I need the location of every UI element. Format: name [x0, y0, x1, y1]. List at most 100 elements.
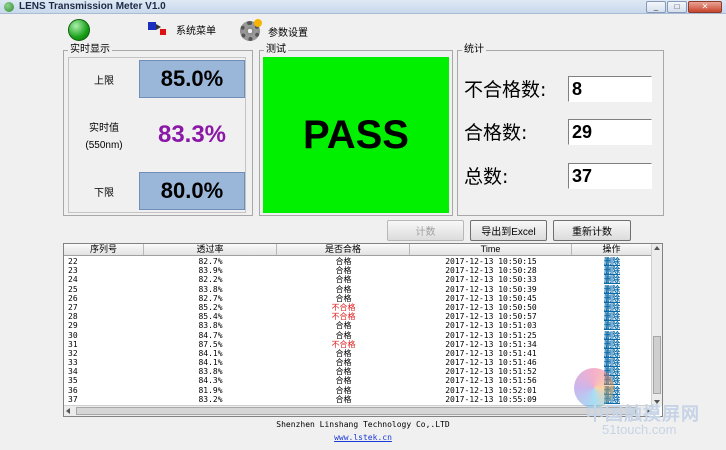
total-count-value: 37 — [568, 162, 652, 189]
realtime-group-label: 实时显示 — [68, 43, 112, 57]
test-result-indicator: PASS — [263, 57, 449, 213]
reset-count-button[interactable]: 重新计数 — [553, 220, 631, 241]
qualified-cell: 合格 — [335, 367, 352, 377]
time-cell: 2017-12-13 10:51:03 — [445, 321, 537, 331]
watermark: 中国触摸屏网 51touch.com — [572, 362, 722, 442]
delete-link[interactable]: 删除 — [572, 331, 652, 340]
column-header-qualified[interactable]: 是否合格 — [277, 244, 410, 255]
delete-link[interactable]: 删除 — [572, 312, 652, 321]
system-menu-icon — [148, 21, 168, 37]
time-cell: 2017-12-13 10:51:34 — [445, 339, 537, 349]
time-cell: 2017-12-13 10:50:39 — [445, 284, 537, 294]
table-row[interactable]: 31 87.5% 不合格 2017-12-13 10:51:34 删除 — [64, 340, 652, 349]
pass-count-value: 29 — [568, 118, 652, 145]
minimize-button[interactable]: _ — [646, 1, 666, 13]
serial-cell: 32 — [68, 348, 78, 358]
transmission-cell: 83.8% — [198, 367, 223, 377]
system-menu-label: 系统菜单 — [176, 25, 216, 37]
table-row[interactable]: 25 83.8% 合格 2017-12-13 10:50:39 删除 — [64, 285, 652, 294]
table-row[interactable]: 22 82.7% 合格 2017-12-13 10:50:15 删除 — [64, 257, 652, 266]
table-row[interactable]: 37 83.2% 合格 2017-12-13 10:55:09 删除 — [64, 395, 652, 404]
table-header: 序列号 透过率 是否合格 Time 操作 — [64, 244, 652, 256]
table-row[interactable]: 36 81.9% 合格 2017-12-13 10:52:01 删除 — [64, 386, 652, 395]
delete-link[interactable]: 删除 — [572, 303, 652, 312]
delete-link[interactable]: 删除 — [572, 257, 652, 266]
transmission-cell: 83.2% — [198, 394, 223, 404]
transmission-cell: 84.1% — [198, 358, 223, 368]
transmission-cell: 83.9% — [198, 266, 223, 276]
fail-count-label: 不合格数: — [464, 79, 547, 101]
table-body: 22 82.7% 合格 2017-12-13 10:50:15 删除 23 83.9% 合格 2… — [64, 257, 652, 404]
transmission-cell: 82.7% — [198, 293, 223, 303]
column-header-transmission[interactable]: 透过率 — [144, 244, 277, 255]
delete-link[interactable]: 删除 — [572, 340, 652, 349]
time-cell: 2017-12-13 10:52:01 — [445, 385, 537, 395]
delete-link[interactable]: 删除 — [572, 294, 652, 303]
time-cell: 2017-12-13 10:51:25 — [445, 330, 537, 340]
table-row[interactable]: 23 83.9% 合格 2017-12-13 10:50:28 删除 — [64, 266, 652, 275]
serial-cell: 28 — [68, 312, 78, 322]
qualified-cell: 合格 — [335, 266, 352, 276]
test-group-label: 测试 — [264, 43, 288, 57]
current-value-label: 实时值 — [89, 123, 119, 134]
serial-cell: 33 — [68, 358, 78, 368]
time-cell: 2017-12-13 10:50:28 — [445, 266, 537, 276]
column-header-action[interactable]: 操作 — [572, 244, 652, 255]
scroll-up-icon[interactable] — [654, 246, 660, 250]
qualified-cell: 合格 — [335, 330, 352, 340]
table-row[interactable]: 29 83.8% 合格 2017-12-13 10:51:03 删除 — [64, 321, 652, 330]
qualified-cell: 合格 — [335, 385, 352, 395]
time-cell: 2017-12-13 10:50:57 — [445, 312, 537, 322]
export-excel-button[interactable]: 导出到Excel — [470, 220, 547, 241]
maximize-button[interactable]: □ — [667, 1, 687, 13]
qualified-cell: 合格 — [335, 275, 352, 285]
delete-link[interactable]: 删除 — [572, 266, 652, 275]
column-header-time[interactable]: Time — [410, 244, 572, 255]
scroll-left-icon[interactable] — [66, 408, 70, 414]
serial-cell: 22 — [68, 257, 78, 266]
time-cell: 2017-12-13 10:50:45 — [445, 293, 537, 303]
table-row[interactable]: 32 84.1% 合格 2017-12-13 10:51:41 删除 — [64, 349, 652, 358]
parameter-settings-label: 参数设置 — [268, 27, 308, 39]
table-row[interactable]: 35 84.3% 合格 2017-12-13 10:51:56 删除 — [64, 376, 652, 385]
delete-link[interactable]: 删除 — [572, 275, 652, 284]
serial-cell: 35 — [68, 376, 78, 386]
pass-count-label: 合格数: — [464, 122, 528, 144]
serial-cell: 30 — [68, 330, 78, 340]
delete-link[interactable]: 删除 — [572, 349, 652, 358]
watermark-text-en: 51touch.com — [602, 422, 677, 437]
delete-link[interactable]: 删除 — [572, 321, 652, 330]
time-cell: 2017-12-13 10:51:41 — [445, 348, 537, 358]
transmission-cell: 85.2% — [198, 302, 223, 312]
close-button[interactable]: ✕ — [688, 1, 722, 13]
transmission-cell: 83.8% — [198, 321, 223, 331]
table-row[interactable]: 27 85.2% 不合格 2017-12-13 10:50:50 删除 — [64, 303, 652, 312]
title-bar: LENS Transmission Meter V1.0 _ □ ✕ — [0, 0, 726, 14]
qualified-cell: 合格 — [335, 284, 352, 294]
count-button[interactable]: 计数 — [387, 220, 464, 241]
table-row[interactable]: 30 84.7% 合格 2017-12-13 10:51:25 删除 — [64, 331, 652, 340]
parameter-settings-button[interactable]: 参数设置 — [240, 19, 308, 41]
qualified-cell: 合格 — [335, 293, 352, 303]
test-group: 测试 PASS — [259, 43, 453, 216]
table-row[interactable]: 28 85.4% 不合格 2017-12-13 10:50:57 删除 — [64, 312, 652, 321]
table-row[interactable]: 24 82.2% 合格 2017-12-13 10:50:33 删除 — [64, 275, 652, 284]
time-cell: 2017-12-13 10:51:56 — [445, 376, 537, 386]
statistics-group-label: 统计 — [462, 43, 486, 57]
qualified-cell: 不合格 — [331, 302, 356, 312]
table-row[interactable]: 34 83.8% 合格 2017-12-13 10:51:52 删除 — [64, 367, 652, 376]
column-header-serial[interactable]: 序列号 — [64, 244, 144, 255]
transmission-cell: 83.8% — [198, 284, 223, 294]
qualified-cell: 合格 — [335, 358, 352, 368]
table-row[interactable]: 33 84.1% 合格 2017-12-13 10:51:46 删除 — [64, 358, 652, 367]
delete-link[interactable]: 删除 — [572, 285, 652, 294]
system-menu-button[interactable]: 系统菜单 — [148, 21, 216, 37]
table-row[interactable]: 26 82.7% 合格 2017-12-13 10:50:45 删除 — [64, 294, 652, 303]
serial-cell: 34 — [68, 367, 78, 377]
lower-limit-label: 下限 — [94, 187, 114, 199]
upper-limit-label: 上限 — [94, 75, 114, 87]
horizontal-scrollbar[interactable] — [64, 405, 652, 416]
horizontal-scroll-thumb[interactable] — [76, 407, 636, 415]
time-cell: 2017-12-13 10:50:15 — [445, 257, 537, 266]
qualified-cell: 合格 — [335, 257, 352, 266]
